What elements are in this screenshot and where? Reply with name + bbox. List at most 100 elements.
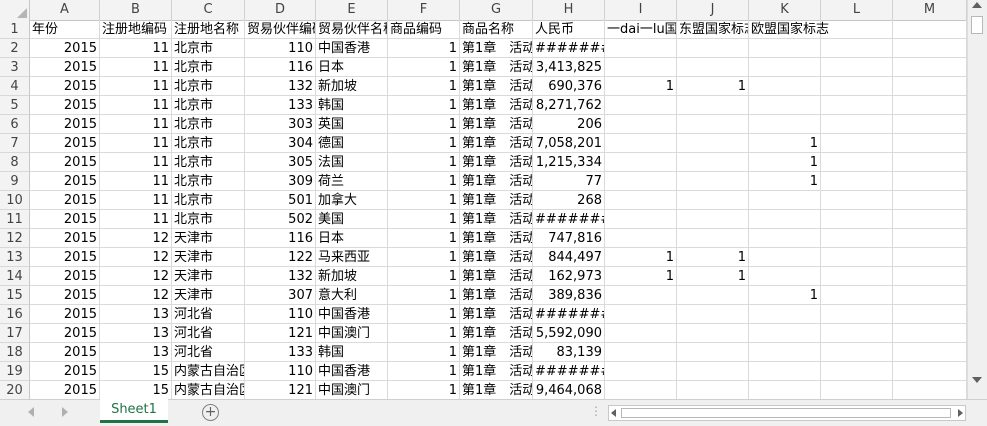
table-cell[interactable] [605,305,677,324]
table-cell[interactable] [605,343,677,362]
table-cell[interactable]: 日本 [316,229,388,248]
header-cell[interactable]: 一dai一lu国家标志 [605,20,677,39]
table-cell[interactable] [893,210,967,229]
table-cell[interactable]: 意大利 [316,286,388,305]
table-cell[interactable] [821,362,893,381]
row-header[interactable]: 15 [0,286,30,305]
table-cell[interactable] [893,267,967,286]
table-cell[interactable]: 1 [388,39,460,58]
table-cell[interactable]: 2015 [30,248,100,267]
table-cell[interactable] [605,191,677,210]
table-cell[interactable] [893,229,967,248]
table-cell[interactable]: 1 [677,248,749,267]
table-cell[interactable] [821,210,893,229]
table-cell[interactable]: 第1章 活动物 [460,362,533,381]
table-cell[interactable]: 116 [245,229,316,248]
table-cell[interactable]: 9,464,068 [533,381,605,399]
table-cell[interactable]: 309 [245,172,316,191]
table-cell[interactable] [749,210,821,229]
table-cell[interactable] [821,286,893,305]
table-cell[interactable]: 1 [388,115,460,134]
table-cell[interactable]: 2015 [30,77,100,96]
table-cell[interactable]: 第1章 活动物 [460,172,533,191]
table-cell[interactable] [821,96,893,115]
row-header[interactable]: 2 [0,39,30,58]
table-cell[interactable]: 北京市 [172,191,245,210]
column-header-i[interactable]: I [605,0,677,20]
table-cell[interactable]: 11 [100,172,172,191]
table-cell[interactable] [893,172,967,191]
table-cell[interactable]: 2015 [30,210,100,229]
table-cell[interactable]: 北京市 [172,115,245,134]
column-header-e[interactable]: E [316,0,388,20]
table-cell[interactable]: 1 [388,343,460,362]
table-cell[interactable]: 第1章 活动物 [460,305,533,324]
table-cell[interactable] [821,134,893,153]
table-cell[interactable]: 天津市 [172,229,245,248]
table-cell[interactable]: 1 [388,191,460,210]
row-header[interactable]: 3 [0,58,30,77]
table-cell[interactable]: 新加坡 [316,77,388,96]
table-cell[interactable] [749,362,821,381]
table-cell[interactable] [893,115,967,134]
table-cell[interactable]: 1 [388,305,460,324]
table-cell[interactable]: 第1章 活动物 [460,77,533,96]
table-cell[interactable]: 北京市 [172,39,245,58]
table-cell[interactable]: 132 [245,267,316,286]
table-cell[interactable]: 11 [100,115,172,134]
header-cell[interactable]: 贸易伙伴编码 [245,20,316,39]
table-cell[interactable]: 第1章 活动物 [460,324,533,343]
table-cell[interactable]: ####### [533,305,605,324]
row-header[interactable]: 5 [0,96,30,115]
table-cell[interactable]: 第1章 活动物 [460,267,533,286]
table-cell[interactable]: 1 [388,286,460,305]
table-cell[interactable]: 1 [388,172,460,191]
table-cell[interactable]: 1 [388,324,460,343]
table-cell[interactable]: 12 [100,229,172,248]
table-cell[interactable]: 第1章 活动物 [460,343,533,362]
table-cell[interactable] [893,191,967,210]
table-cell[interactable] [893,58,967,77]
table-cell[interactable]: 1 [388,96,460,115]
table-cell[interactable] [749,229,821,248]
table-cell[interactable] [893,96,967,115]
table-cell[interactable]: 英国 [316,115,388,134]
scroll-left-icon[interactable] [611,409,616,417]
table-cell[interactable] [605,39,677,58]
row-header[interactable]: 1 [0,20,30,39]
table-cell[interactable] [821,229,893,248]
table-cell[interactable]: 13 [100,343,172,362]
table-cell[interactable]: 中国香港 [316,39,388,58]
column-header-l[interactable]: L [821,0,893,20]
table-cell[interactable]: 1 [749,172,821,191]
row-header[interactable]: 7 [0,134,30,153]
table-cell[interactable]: 中国香港 [316,305,388,324]
column-header-c[interactable]: C [172,0,245,20]
table-cell[interactable] [821,381,893,399]
table-cell[interactable] [677,172,749,191]
table-cell[interactable]: 15 [100,362,172,381]
table-cell[interactable]: 2015 [30,267,100,286]
table-cell[interactable] [677,191,749,210]
table-cell[interactable] [821,267,893,286]
table-cell[interactable]: 11 [100,58,172,77]
table-cell[interactable]: 2015 [30,39,100,58]
table-cell[interactable] [605,96,677,115]
table-cell[interactable]: 2015 [30,134,100,153]
table-cell[interactable] [605,134,677,153]
table-cell[interactable]: 新加坡 [316,267,388,286]
table-cell[interactable]: 110 [245,362,316,381]
header-cell[interactable]: 人民币 [533,20,605,39]
header-cell[interactable] [821,20,893,39]
table-cell[interactable] [677,286,749,305]
scroll-up-icon[interactable] [972,2,982,8]
table-cell[interactable] [821,343,893,362]
table-cell[interactable] [893,305,967,324]
table-cell[interactable]: 12 [100,248,172,267]
table-cell[interactable]: 2015 [30,286,100,305]
row-header[interactable]: 14 [0,267,30,286]
table-cell[interactable]: 2015 [30,362,100,381]
column-header-h[interactable]: H [533,0,605,20]
table-cell[interactable]: 1 [388,58,460,77]
table-cell[interactable] [605,58,677,77]
